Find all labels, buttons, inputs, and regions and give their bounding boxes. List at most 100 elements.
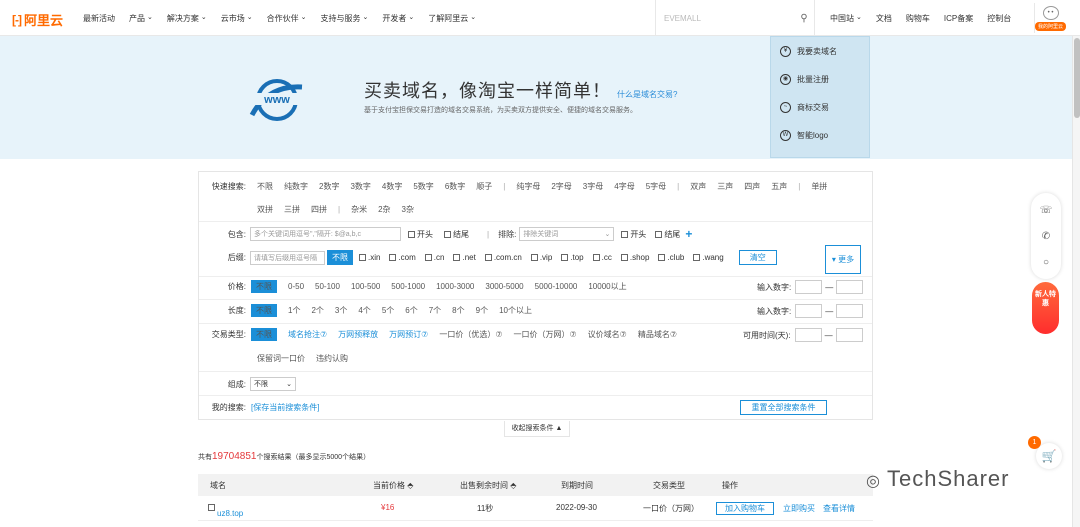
nav-console[interactable]: 控制台 bbox=[987, 13, 1011, 24]
nav-icp[interactable]: ICP备案 bbox=[944, 13, 973, 24]
global-search[interactable]: EVEMALL ⚲ bbox=[655, 0, 815, 36]
more-button[interactable]: ▾ 更多 bbox=[825, 245, 861, 274]
suffix-checkbox[interactable]: .wang bbox=[693, 253, 724, 262]
avail-max-input[interactable] bbox=[835, 328, 863, 342]
filter-option[interactable]: 议价域名⑦ bbox=[588, 330, 627, 339]
suffix-checkbox[interactable]: .cc bbox=[592, 253, 612, 262]
exclude-end-checkbox[interactable]: 结尾 bbox=[655, 229, 680, 240]
exclude-input[interactable]: 排除关键词 ⌄ bbox=[519, 227, 615, 241]
filter-option[interactable]: 10000以上 bbox=[588, 282, 626, 291]
filter-option[interactable]: 10个以上 bbox=[499, 306, 532, 315]
filter-option[interactable]: 一口价（优选）⑦ bbox=[439, 330, 502, 339]
length-min-input[interactable] bbox=[795, 304, 823, 318]
filter-option[interactable]: 2字母 bbox=[551, 182, 571, 191]
row-domain-link[interactable]: uz8.top bbox=[217, 509, 243, 518]
filter-option[interactable]: 纯字母 bbox=[516, 182, 540, 191]
nav-region[interactable]: 中国站 bbox=[830, 13, 862, 24]
what-is-domain-trade-link[interactable]: 什么是域名交易? bbox=[617, 90, 677, 99]
filter-option[interactable]: 2个 bbox=[311, 306, 323, 315]
filter-option[interactable]: 单拼 bbox=[811, 182, 827, 191]
price-max-input[interactable] bbox=[836, 280, 864, 294]
filter-option[interactable]: 3个 bbox=[335, 306, 347, 315]
suffix-checkbox[interactable]: .shop bbox=[620, 253, 649, 262]
add-keyword-plus-icon[interactable]: + bbox=[685, 227, 692, 241]
filter-option[interactable]: 四声 bbox=[744, 182, 760, 191]
save-search-link[interactable]: [保存当前搜索条件] bbox=[251, 402, 319, 413]
filter-option[interactable]: 2杂 bbox=[378, 205, 390, 214]
suffix-checkbox[interactable]: .com bbox=[389, 253, 416, 262]
nav-item-latest[interactable]: 最新活动 bbox=[83, 13, 115, 24]
nav-cart[interactable]: 购物车 bbox=[906, 13, 930, 24]
suffix-checkbox[interactable]: .vip bbox=[530, 253, 552, 262]
chat-icon[interactable]: ○ bbox=[1043, 257, 1049, 268]
nav-docs[interactable]: 文档 bbox=[876, 13, 892, 24]
filter-option[interactable]: 50-100 bbox=[315, 282, 340, 291]
filter-option[interactable]: 3数字 bbox=[350, 182, 370, 191]
menu-bulk-register[interactable]: ◉ 批量注册 bbox=[771, 65, 869, 93]
suffix-checkbox[interactable]: .top bbox=[561, 253, 584, 262]
filter-option[interactable]: 双声 bbox=[690, 182, 706, 191]
filter-option[interactable]: 5000-10000 bbox=[535, 282, 578, 291]
filter-option[interactable]: 5数字 bbox=[413, 182, 433, 191]
buy-now-link[interactable]: 立即购买 bbox=[783, 503, 815, 514]
filter-option[interactable]: 精品域名⑦ bbox=[638, 330, 677, 339]
nav-item-products[interactable]: 产品 bbox=[129, 13, 153, 24]
filter-option[interactable]: 一口价（万网）⑦ bbox=[514, 330, 577, 339]
filter-option[interactable]: 不限 bbox=[251, 304, 277, 317]
filter-option[interactable]: 500-1000 bbox=[391, 282, 425, 291]
filter-option[interactable]: 6数字 bbox=[445, 182, 465, 191]
filter-option[interactable]: 1000-3000 bbox=[436, 282, 474, 291]
col-remaining[interactable]: 出售剩余时间 ⬘ bbox=[460, 480, 516, 491]
filter-option[interactable]: 100-500 bbox=[351, 282, 380, 291]
filter-option[interactable]: 不限 bbox=[251, 328, 277, 341]
filter-option[interactable]: 不限 bbox=[257, 182, 273, 191]
filter-option[interactable]: 域名抢注⑦ bbox=[288, 330, 327, 339]
filter-option[interactable]: 0-50 bbox=[288, 282, 304, 291]
contain-input[interactable]: 多个关键词用逗号","隔开: $@a,b,c bbox=[250, 227, 401, 241]
filter-option[interactable]: 9个 bbox=[476, 306, 488, 315]
length-max-input[interactable] bbox=[836, 304, 864, 318]
filter-option[interactable]: 3000-5000 bbox=[485, 282, 523, 291]
filter-option[interactable]: 2数字 bbox=[319, 182, 339, 191]
scrollbar-thumb[interactable] bbox=[1074, 38, 1080, 118]
filter-option[interactable]: 万网预释放 bbox=[338, 330, 378, 339]
compose-select[interactable]: 不限 ⌄ bbox=[250, 377, 296, 391]
aliyun-logo[interactable]: [-] 阿里云 bbox=[12, 10, 63, 29]
avatar[interactable]: • • 我的阿里云 bbox=[1034, 3, 1066, 33]
view-detail-link[interactable]: 查看详情 bbox=[823, 503, 855, 514]
new-user-offer[interactable]: 新人特惠 bbox=[1032, 282, 1059, 334]
exclude-start-checkbox[interactable]: 开头 bbox=[621, 229, 646, 240]
filter-option[interactable]: 4数字 bbox=[382, 182, 402, 191]
filter-option[interactable]: 3字母 bbox=[583, 182, 603, 191]
row-domain[interactable]: uz8.top bbox=[208, 503, 243, 518]
contain-start-checkbox[interactable]: 开头 bbox=[408, 229, 433, 240]
filter-option[interactable]: 5个 bbox=[382, 306, 394, 315]
filter-option[interactable]: 保留词一口价 bbox=[257, 354, 305, 363]
suffix-checkbox[interactable]: .com.cn bbox=[484, 253, 522, 262]
filter-option[interactable]: 万网预订⑦ bbox=[389, 330, 428, 339]
phone-icon[interactable]: ✆ bbox=[1042, 231, 1050, 242]
checkbox-icon[interactable] bbox=[208, 504, 215, 512]
filter-option[interactable]: 5字母 bbox=[646, 182, 666, 191]
filter-option[interactable]: 8个 bbox=[452, 306, 464, 315]
search-input[interactable]: EVEMALL bbox=[664, 14, 794, 23]
suffix-checkbox[interactable]: .cn bbox=[424, 253, 444, 262]
filter-option[interactable]: 三声 bbox=[717, 182, 733, 191]
menu-smart-logo[interactable]: W 智能logo bbox=[771, 121, 869, 149]
headset-icon[interactable]: ☏ bbox=[1040, 205, 1053, 216]
page-scrollbar[interactable] bbox=[1072, 36, 1080, 527]
avail-min-input[interactable] bbox=[794, 328, 822, 342]
nav-item-partners[interactable]: 合作伙伴 bbox=[267, 13, 307, 24]
nav-item-developers[interactable]: 开发者 bbox=[382, 13, 414, 24]
contain-end-checkbox[interactable]: 结尾 bbox=[444, 229, 469, 240]
nav-item-market[interactable]: 云市场 bbox=[221, 13, 253, 24]
nav-item-about[interactable]: 了解阿里云 bbox=[428, 13, 476, 24]
nav-item-support[interactable]: 支持与服务 bbox=[321, 13, 369, 24]
add-to-cart-button[interactable]: 加入购物车 bbox=[716, 502, 774, 515]
filter-option[interactable]: 纯数字 bbox=[284, 182, 308, 191]
filter-option[interactable]: 3杂 bbox=[402, 205, 414, 214]
clear-button[interactable]: 清空 bbox=[738, 250, 777, 265]
filter-option[interactable]: 四拼 bbox=[311, 205, 327, 214]
filter-option[interactable]: 杂米 bbox=[351, 205, 367, 214]
suffix-checkbox[interactable]: .net bbox=[453, 253, 476, 262]
